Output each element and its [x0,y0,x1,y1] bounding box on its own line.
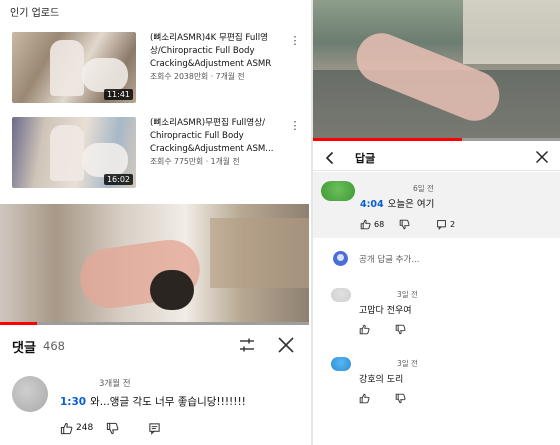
comment-actions [359,324,449,338]
reply-count: 2 [450,220,456,229]
avatar[interactable] [321,181,355,201]
dislike-icon[interactable] [399,219,410,230]
reply-icon[interactable] [436,219,447,230]
more-vert-icon[interactable]: ⋮ [289,119,301,133]
comments-label: 댓글 [12,341,36,356]
video-meta: 조회수 775만회 · 1개월 전 [150,157,240,166]
video-title[interactable]: (뼈소리ASMR)무편집 Full영상/ Chiropractic Full B… [150,117,282,156]
sort-icon[interactable] [238,336,256,354]
comment-text: 고맙다 전우여 [359,306,412,316]
comment-body: 오늘은 여기 [387,199,435,210]
comments-header: 댓글 468 [12,336,302,356]
video-progress-bar[interactable] [313,138,560,141]
comment-time: 3일 전 [397,290,418,299]
dislike-icon[interactable] [106,422,119,435]
right-screenshot: 답글 6일 전 4:04 오늘은 여기 68 2 공개 답글 추가... 3일 … [311,0,560,445]
comment-actions: 248 [60,422,180,436]
video-item[interactable]: 16:02 (뼈소리ASMR)무편집 Full영상/ Chiropractic … [12,117,308,191]
more-vert-icon[interactable]: ⋮ [289,34,301,48]
comment: 3개월 전 1:30 와...앵글 각도 너무 좋습니당!!!!!!! 248 [12,376,302,440]
comment-actions [359,393,449,407]
dislike-icon[interactable] [395,324,406,335]
replies-header: 답글 [313,145,560,171]
dislike-icon[interactable] [395,393,406,404]
video-item[interactable]: 11:41 (뼈소리ASMR)4K 무편집 Full영상/Chiropracti… [12,32,308,106]
video-meta: 조회수 2038만회 · 7개월 전 [150,72,245,81]
like-icon[interactable] [360,219,371,230]
add-reply-placeholder[interactable]: 공개 답글 추가... [359,253,419,265]
add-reply-field[interactable]: 공개 답글 추가... [313,248,560,270]
video-duration: 16:02 [103,174,133,185]
video-player[interactable] [313,0,560,141]
close-icon[interactable] [535,150,549,164]
like-icon[interactable] [359,324,370,335]
video-title[interactable]: (뼈소리ASMR)4K 무편집 Full영상/Chiropractic Full… [150,32,282,71]
comment-text: 강호의 도리 [359,375,404,385]
comment-actions: 68 2 [360,219,470,233]
comment-body: 와...앵글 각도 너무 좋습니당!!!!!!! [90,396,246,408]
close-icon[interactable] [277,336,295,354]
video-thumbnail[interactable]: 11:41 [12,32,136,103]
replies-title: 답글 [355,152,376,165]
like-icon[interactable] [60,422,73,435]
comment-text: 1:30 와...앵글 각도 너무 좋습니당!!!!!!! [60,394,246,409]
avatar[interactable] [331,357,351,371]
avatar[interactable] [331,288,351,302]
reply-comment: 3일 전 고맙다 전우여 [313,286,560,350]
comment-time: 6일 전 [413,184,434,193]
like-count: 68 [374,220,385,229]
left-screenshot: 인기 업로드 11:41 (뼈소리ASMR)4K 무편집 Full영상/Chir… [0,0,309,445]
video-progress-bar[interactable] [0,322,309,325]
like-count: 248 [76,423,94,433]
comments-count: 468 [43,339,65,353]
back-arrow-icon[interactable] [323,151,337,165]
timestamp-link[interactable]: 1:30 [60,396,86,408]
video-duration: 11:41 [103,89,133,100]
comment-time: 3일 전 [397,359,418,368]
comment-time: 3개월 전 [99,379,131,389]
reply-icon[interactable] [148,422,161,435]
section-title: 인기 업로드 [10,8,60,19]
like-icon[interactable] [359,393,370,404]
comment-text: 4:04 오늘은 여기 [360,196,434,210]
avatar[interactable] [12,376,48,412]
reply-comment: 3일 전 강호의 도리 [313,355,560,419]
avatar [333,251,348,266]
parent-comment: 6일 전 4:04 오늘은 여기 68 2 [313,172,560,238]
video-player[interactable] [0,204,309,325]
timestamp-link[interactable]: 4:04 [360,199,384,210]
video-thumbnail[interactable]: 16:02 [12,117,136,188]
